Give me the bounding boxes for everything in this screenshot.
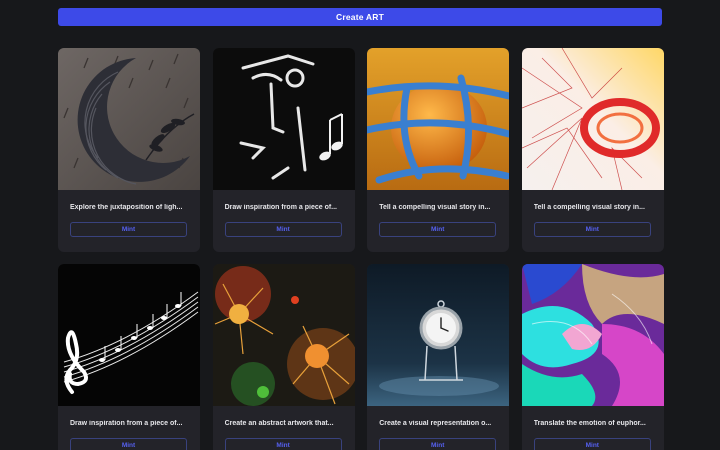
orange-sphere-art — [367, 48, 510, 190]
fluid-swirl-art — [521, 264, 664, 406]
create-art-button[interactable]: Create ART — [58, 8, 662, 26]
card-title: Translate the emotion of euphor... — [533, 420, 646, 427]
art-card[interactable]: Draw inspiration from a piece of... Mint — [212, 48, 355, 252]
art-card[interactable]: Draw inspiration from a piece of... Mint — [58, 264, 200, 450]
card-title: Create a visual representation o... — [379, 420, 492, 427]
card-title: Draw inspiration from a piece of... — [224, 204, 338, 211]
art-thumbnail[interactable] — [58, 264, 200, 406]
mint-button[interactable]: Mint — [224, 222, 342, 237]
mint-button[interactable]: Mint — [379, 222, 497, 237]
crescent-moon-art — [58, 48, 200, 190]
mint-button[interactable]: Mint — [70, 438, 187, 450]
art-card[interactable]: Create a visual representation o... Mint — [367, 264, 510, 450]
mint-button[interactable]: Mint — [533, 222, 651, 237]
mint-button[interactable]: Mint — [224, 438, 342, 450]
art-thumbnail[interactable] — [367, 264, 510, 406]
art-grid: Explore the juxtaposition of ligh... Min… — [58, 48, 664, 450]
mint-button[interactable]: Mint — [70, 222, 187, 237]
art-thumbnail[interactable] — [367, 48, 510, 190]
mint-button[interactable]: Mint — [379, 438, 497, 450]
art-thumbnail[interactable] — [521, 48, 664, 190]
page: Create ART Explore the juxtaposition of … — [0, 0, 720, 450]
treble-clef-art — [58, 264, 200, 406]
card-title: Create an abstract artwork that... — [224, 420, 334, 427]
pocket-watch-art — [367, 264, 510, 406]
art-card[interactable]: Translate the emotion of euphor... Mint — [521, 264, 664, 450]
mint-button[interactable]: Mint — [533, 438, 651, 450]
art-card[interactable]: Tell a compelling visual story in... Min… — [521, 48, 664, 252]
card-title: Draw inspiration from a piece of... — [70, 420, 183, 427]
art-thumbnail[interactable] — [521, 264, 664, 406]
art-card[interactable]: Create an abstract artwork that... Mint — [212, 264, 355, 450]
art-card[interactable]: Tell a compelling visual story in... Min… — [367, 48, 510, 252]
art-thumbnail[interactable] — [58, 48, 200, 190]
art-thumbnail[interactable] — [212, 264, 355, 406]
art-card[interactable]: Explore the juxtaposition of ligh... Min… — [58, 48, 200, 252]
card-title: Explore the juxtaposition of ligh... — [70, 204, 183, 211]
art-thumbnail[interactable] — [212, 48, 355, 190]
card-title: Tell a compelling visual story in... — [533, 204, 645, 211]
neuron-splatter-art — [212, 264, 355, 406]
card-title: Tell a compelling visual story in... — [379, 204, 491, 211]
chalk-face-art — [212, 48, 355, 190]
red-ring-art — [521, 48, 664, 190]
